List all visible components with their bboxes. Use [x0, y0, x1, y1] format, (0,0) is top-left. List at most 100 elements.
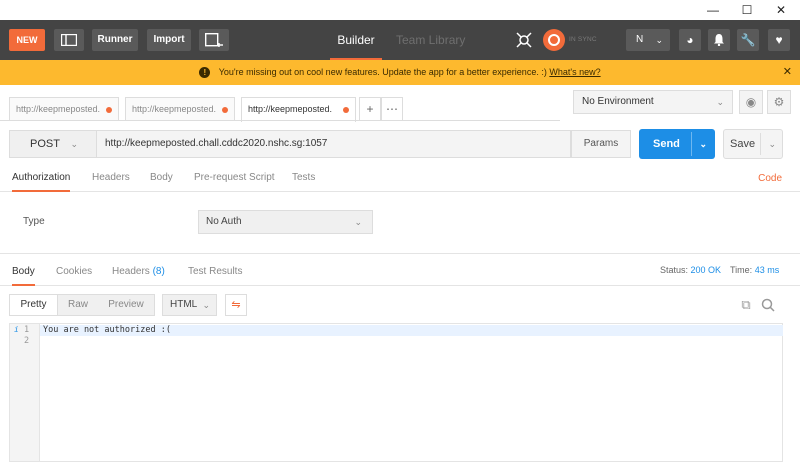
environment-quick-look-button[interactable]: ◉ — [739, 90, 763, 114]
tab-authorization[interactable]: Authorization — [12, 166, 71, 192]
chevron-down-icon[interactable]: ⌄ — [768, 130, 776, 158]
copy-icon: ⧉ — [741, 297, 751, 312]
auth-type-value: No Auth — [206, 216, 242, 227]
environment-value: No Environment — [582, 96, 654, 107]
whats-new-link[interactable]: What's new? — [549, 67, 600, 77]
params-button[interactable]: Params — [571, 130, 631, 158]
more-tabs-button[interactable]: ⋯ — [381, 97, 403, 121]
view-preview-button[interactable]: Preview — [98, 295, 154, 315]
satellite-icon — [516, 32, 532, 48]
maximize-button[interactable]: ☐ — [730, 0, 764, 20]
tab-body[interactable]: Body — [150, 166, 173, 192]
response-editor[interactable]: i 1 You are not authorized :( 2 — [9, 323, 783, 462]
import-button[interactable]: Import — [147, 29, 191, 51]
tab-headers[interactable]: Headers — [92, 166, 130, 192]
tab-team-library[interactable]: Team Library — [396, 20, 466, 60]
chevron-down-icon: ⌄ — [354, 217, 362, 227]
response-tabs: Body Cookies Headers (8) Test Results St… — [0, 262, 800, 286]
tab-pre-request-script[interactable]: Pre-request Script — [194, 166, 275, 192]
response-status: Status: 200 OK — [660, 262, 721, 278]
runner-button[interactable]: Runner — [92, 29, 138, 51]
wrench-icon: 🔧 — [740, 33, 756, 47]
chevron-down-icon: ⌄ — [70, 139, 78, 149]
minimize-button[interactable]: — — [696, 0, 730, 20]
tab-tests[interactable]: Tests — [292, 166, 315, 192]
save-separator — [760, 133, 761, 155]
view-pretty-button[interactable]: Pretty — [10, 295, 58, 315]
url-input[interactable]: http://keepmeposted.chall.cddc2020.nshc.… — [97, 130, 571, 158]
environment-select[interactable]: No Environment ⌄ — [573, 90, 733, 114]
tab-builder[interactable]: Builder — [330, 20, 382, 60]
unsaved-dot-icon — [106, 107, 112, 113]
chevron-down-icon[interactable]: ⌄ — [699, 129, 707, 159]
bell-icon — [714, 34, 724, 47]
request-tab-label: http://keepmeposted. — [248, 104, 333, 114]
response-time: Time: 43 ms — [730, 262, 779, 278]
request-subtabs: Authorization Headers Body Pre-request S… — [0, 166, 800, 192]
chevron-down-icon: ⌄ — [655, 35, 663, 45]
user-menu-button[interactable]: N ⌄ — [626, 29, 670, 51]
editor-line: You are not authorized :( — [43, 325, 171, 335]
toggle-sidebar-button[interactable] — [54, 29, 84, 51]
alert-icon: ! — [199, 67, 211, 79]
chevron-down-icon: ⌄ — [716, 97, 724, 107]
window-titlebar: — ☐ ✕ — [0, 0, 800, 20]
request-tab[interactable]: http://keepmeposted. — [125, 97, 235, 121]
request-tab[interactable]: http://keepmeposted. — [9, 97, 119, 121]
tab-label: Headers — [112, 266, 150, 277]
tab-test-results[interactable]: Test Results — [188, 262, 242, 286]
unsaved-dot-icon — [222, 107, 228, 113]
line-number: 2 — [24, 336, 30, 346]
request-tab-active[interactable]: http://keepmeposted. — [241, 97, 356, 122]
globe-button[interactable]: ◕ — [679, 29, 701, 51]
request-tab-label: http://keepmeposted. — [16, 104, 101, 114]
method-value: POST — [30, 138, 60, 150]
banner-message: You're missing out on cool new features.… — [218, 67, 547, 77]
search-icon — [761, 298, 775, 312]
ellipsis-icon: ⋯ — [386, 102, 398, 116]
heart-icon: ♥ — [775, 33, 783, 47]
tab-response-headers[interactable]: Headers (8) — [112, 262, 165, 286]
gear-icon: ⚙ — [773, 95, 785, 109]
add-tab-button[interactable]: + — [359, 97, 381, 121]
save-button[interactable]: Save ⌄ — [723, 129, 783, 159]
manage-environments-button[interactable]: ⚙ — [767, 90, 791, 114]
settings-button[interactable]: 🔧 — [737, 29, 759, 51]
method-select[interactable]: POST ⌄ — [9, 130, 97, 158]
time-label: Time: — [730, 265, 753, 275]
close-window-button[interactable]: ✕ — [764, 0, 798, 20]
time-value: 43 ms — [754, 265, 780, 275]
favorite-button[interactable]: ♥ — [768, 29, 790, 51]
chevron-down-icon: ⌄ — [202, 300, 210, 310]
tab-response-body[interactable]: Body — [12, 262, 35, 286]
interceptor-button[interactable] — [513, 29, 535, 51]
view-raw-button[interactable]: Raw — [58, 295, 98, 315]
status-label: Status: — [660, 265, 689, 275]
new-window-button[interactable] — [199, 29, 229, 51]
wrap-icon: ⇋ — [231, 299, 241, 311]
notifications-button[interactable] — [708, 29, 730, 51]
plus-icon: + — [366, 102, 374, 116]
line-number: 1 — [24, 325, 30, 335]
send-button[interactable]: Send ⌄ — [639, 129, 715, 159]
copy-button[interactable]: ⧉ — [737, 296, 755, 314]
send-label: Send — [653, 138, 680, 150]
new-button[interactable]: NEW — [9, 29, 45, 51]
send-separator — [691, 132, 692, 156]
sync-status-text: IN SYNC — [569, 36, 597, 43]
wrap-lines-button[interactable]: ⇋ — [225, 294, 247, 316]
headers-count: (8) — [152, 266, 165, 277]
user-initial: N — [636, 34, 644, 45]
sync-status-icon[interactable] — [543, 29, 565, 51]
code-link[interactable]: Code — [758, 166, 782, 192]
globe-icon: ◕ — [686, 33, 694, 47]
tab-cookies[interactable]: Cookies — [56, 262, 92, 286]
auth-type-label: Type — [23, 216, 45, 227]
close-icon[interactable]: ✕ — [783, 60, 792, 85]
search-button[interactable] — [759, 296, 777, 314]
new-window-icon — [204, 32, 223, 47]
format-value: HTML — [170, 299, 198, 310]
sidebar-icon — [60, 33, 78, 47]
auth-type-select[interactable]: No Auth ⌄ — [198, 210, 373, 234]
format-select[interactable]: HTML ⌄ — [162, 294, 217, 316]
